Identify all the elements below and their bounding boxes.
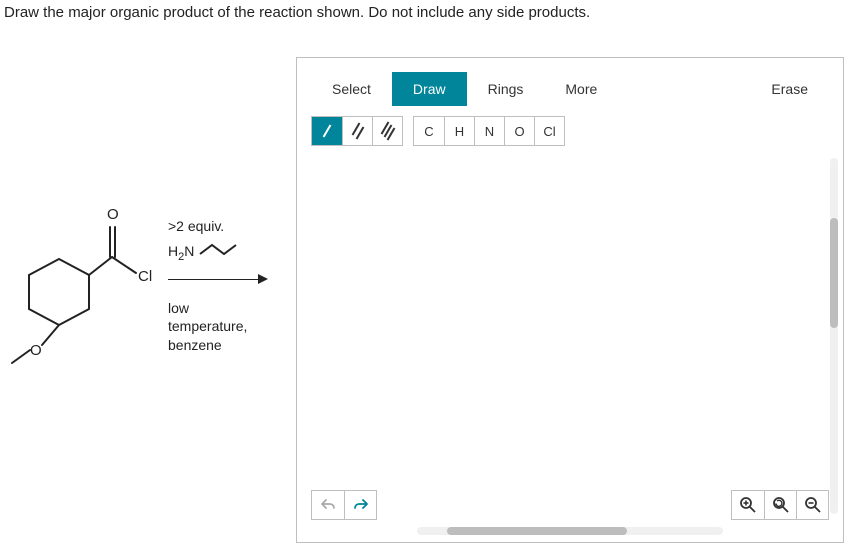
- label-O-bottom: O: [30, 342, 42, 359]
- horizontal-scrollbar[interactable]: [417, 527, 723, 535]
- label-O-top: O: [107, 206, 119, 223]
- undo-button[interactable]: [312, 491, 344, 519]
- triple-bond-button[interactable]: [372, 117, 402, 145]
- tab-draw[interactable]: Draw: [392, 72, 467, 106]
- element-n-button[interactable]: N: [474, 117, 504, 145]
- history-group: [311, 490, 377, 520]
- amine-n: N: [184, 243, 194, 259]
- equiv-text: >2 equiv.: [168, 217, 247, 236]
- single-bond-button[interactable]: [312, 117, 342, 145]
- horizontal-scroll-thumb[interactable]: [447, 527, 627, 535]
- label-Cl: Cl: [138, 268, 152, 285]
- double-bond-icon: [349, 122, 367, 140]
- element-o-button[interactable]: O: [504, 117, 534, 145]
- editor-tabs: Select Draw Rings More Erase: [311, 72, 829, 106]
- double-bond-button[interactable]: [342, 117, 372, 145]
- conditions-line-3: benzene: [168, 336, 247, 355]
- element-group: C H N O Cl: [413, 116, 565, 146]
- amine-h: H: [168, 243, 178, 259]
- zoom-reset-button[interactable]: [764, 491, 796, 519]
- conditions-line-1: low: [168, 299, 247, 318]
- amine-formula: H2N: [168, 242, 247, 265]
- propyl-skeletal-icon: [198, 242, 240, 258]
- reaction-arrow: [168, 271, 247, 291]
- tab-more[interactable]: More: [544, 72, 618, 106]
- tab-rings[interactable]: Rings: [467, 72, 545, 106]
- element-h-button[interactable]: H: [444, 117, 474, 145]
- zoom-in-icon: [739, 496, 757, 514]
- zoom-reset-icon: [772, 496, 790, 514]
- question-prompt: Draw the major organic product of the re…: [0, 0, 867, 21]
- redo-button[interactable]: [344, 491, 376, 519]
- zoom-group: [731, 490, 829, 520]
- tab-select[interactable]: Select: [311, 72, 392, 106]
- reagent-conditions: >2 equiv. H2N low temperature, benzene: [168, 217, 247, 355]
- zoom-out-icon: [804, 496, 822, 514]
- triple-bond-icon: [379, 122, 397, 140]
- vertical-scrollbar[interactable]: [830, 158, 838, 514]
- structure-editor: Select Draw Rings More Erase: [296, 57, 844, 543]
- single-bond-icon: [318, 122, 336, 140]
- reactant-structure: O Cl O: [4, 197, 162, 377]
- conditions-line-2: temperature,: [168, 317, 247, 336]
- zoom-out-button[interactable]: [796, 491, 828, 519]
- redo-icon: [353, 497, 369, 513]
- undo-icon: [320, 497, 336, 513]
- tab-erase[interactable]: Erase: [750, 72, 829, 106]
- zoom-in-button[interactable]: [732, 491, 764, 519]
- element-c-button[interactable]: C: [414, 117, 444, 145]
- drawing-canvas[interactable]: [303, 158, 825, 514]
- element-cl-button[interactable]: Cl: [534, 117, 564, 145]
- bond-tool-group: [311, 116, 403, 146]
- vertical-scroll-thumb[interactable]: [830, 218, 838, 328]
- reaction-scheme: O Cl O >2 equiv. H2N low temperature, be…: [0, 57, 290, 377]
